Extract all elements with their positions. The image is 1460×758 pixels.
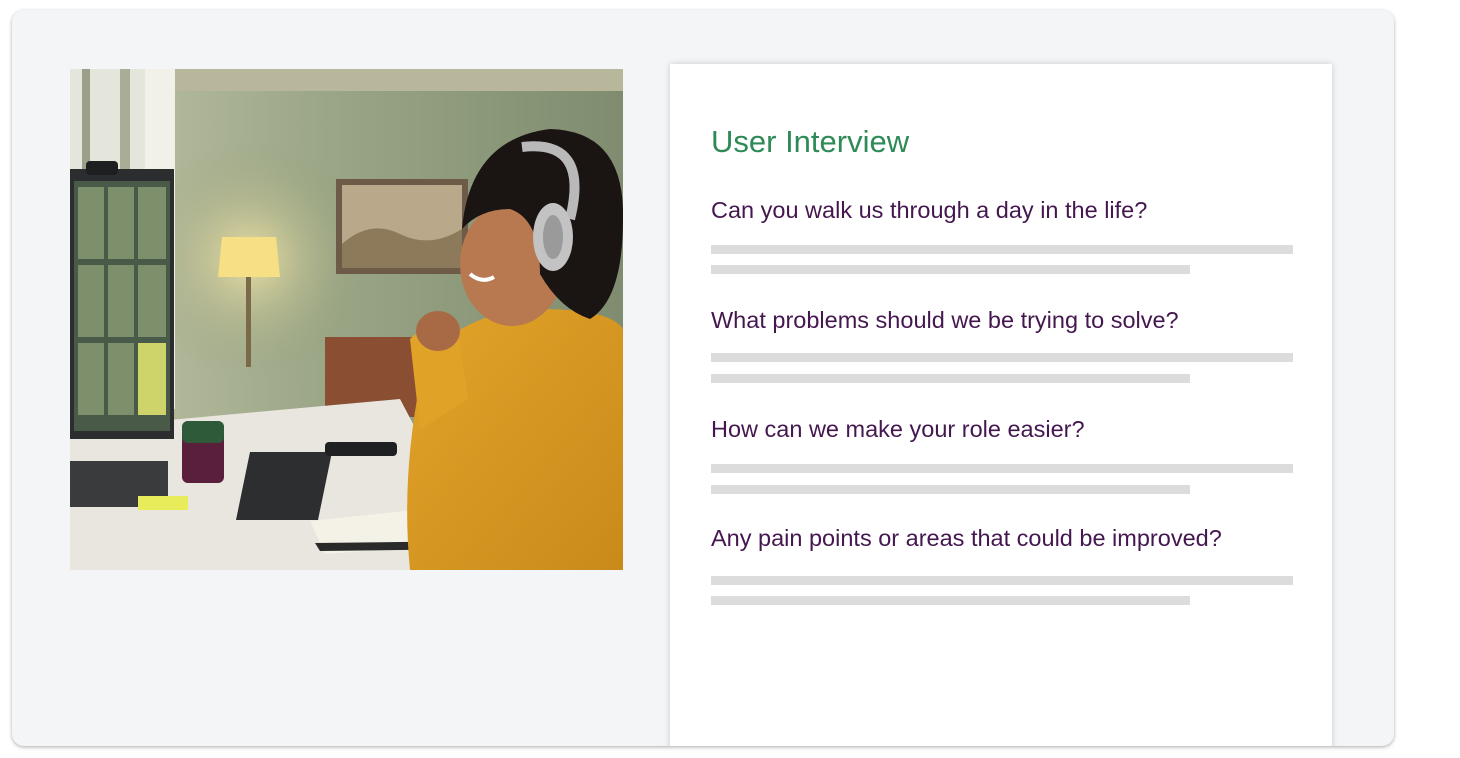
slide-card: User Interview Can you walk us through a… (12, 10, 1394, 746)
video-call-photo (70, 69, 623, 570)
answer-placeholder-line (711, 485, 1190, 494)
document-title: User Interview (711, 124, 910, 159)
interview-document: User Interview Can you walk us through a… (670, 64, 1332, 746)
question-3: How can we make your role easier? (711, 416, 1085, 442)
answer-placeholder-line (711, 596, 1190, 605)
question-2: What problems should we be trying to sol… (711, 307, 1179, 333)
answer-placeholder-line (711, 353, 1293, 362)
answer-placeholder-line (711, 464, 1293, 473)
question-1: Can you walk us through a day in the lif… (711, 197, 1148, 223)
answer-placeholder-line (711, 245, 1293, 254)
answer-placeholder-line (711, 265, 1190, 274)
question-4: Any pain points or areas that could be i… (711, 525, 1222, 551)
answer-placeholder-line (711, 374, 1190, 383)
answer-placeholder-line (711, 576, 1293, 585)
